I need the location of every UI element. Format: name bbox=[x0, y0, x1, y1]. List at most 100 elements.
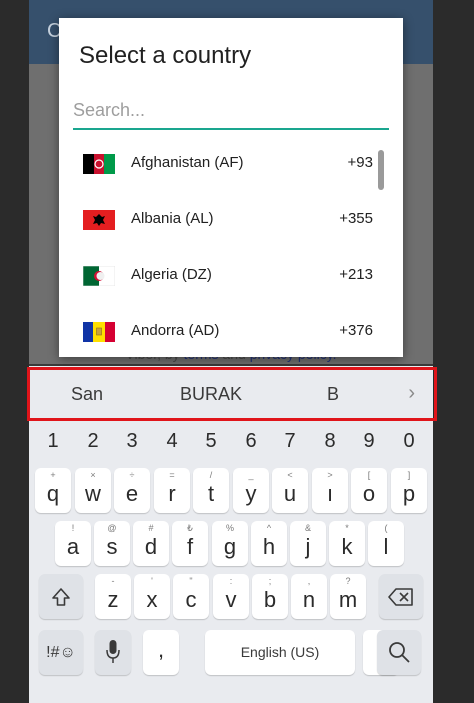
key-e[interactable]: ÷ e bbox=[114, 468, 150, 513]
key-hint: / bbox=[209, 470, 213, 480]
suggestion-item[interactable]: San bbox=[71, 384, 103, 405]
shift-icon bbox=[52, 588, 70, 606]
key-f[interactable]: ₺ f bbox=[172, 521, 208, 566]
key-3[interactable]: 3 bbox=[113, 430, 151, 453]
key-hint: : bbox=[229, 576, 233, 586]
key-4[interactable]: 4 bbox=[153, 430, 191, 453]
key-1[interactable]: 1 bbox=[34, 430, 72, 453]
key-d[interactable]: # d bbox=[133, 521, 169, 566]
country-dial-code: +93 bbox=[347, 154, 373, 171]
afghanistan-flag-icon bbox=[83, 154, 115, 174]
key-hint: ] bbox=[407, 470, 411, 480]
voice-input-key[interactable] bbox=[95, 630, 131, 675]
key-label: c bbox=[185, 587, 197, 612]
key-hint: # bbox=[148, 523, 154, 533]
key-hint: " bbox=[189, 576, 193, 586]
key-z[interactable]: -z bbox=[95, 574, 131, 619]
key-t[interactable]: / t bbox=[193, 468, 229, 513]
key-q[interactable]: + q bbox=[35, 468, 71, 513]
key-0[interactable]: 0 bbox=[390, 430, 428, 453]
search-icon bbox=[389, 642, 410, 663]
microphone-icon bbox=[106, 640, 120, 663]
country-name: Andorra (AD) bbox=[131, 322, 220, 339]
key-p[interactable]: ] p bbox=[391, 468, 427, 513]
shift-key[interactable] bbox=[39, 574, 83, 619]
key-v[interactable]: :v bbox=[213, 574, 249, 619]
key-b[interactable]: ; b bbox=[252, 574, 288, 619]
key-label: e bbox=[125, 481, 139, 506]
key-g[interactable]: % g bbox=[212, 521, 248, 566]
key-label: q bbox=[46, 481, 60, 506]
key-7[interactable]: 7 bbox=[271, 430, 309, 453]
suggestion-item[interactable]: BURAK bbox=[180, 384, 242, 405]
search-input[interactable] bbox=[73, 96, 389, 130]
key-label: b bbox=[263, 587, 277, 612]
key-dotless-i[interactable]: > ı bbox=[312, 468, 348, 513]
country-dial-code: +213 bbox=[339, 266, 373, 283]
key-8[interactable]: 8 bbox=[311, 430, 349, 453]
key-k[interactable]: * k bbox=[329, 521, 365, 566]
key-label: ı bbox=[326, 481, 334, 506]
key-label: t bbox=[207, 481, 215, 506]
key-5[interactable]: 5 bbox=[192, 430, 230, 453]
key-m[interactable]: ? m bbox=[330, 574, 366, 619]
key-hint: > bbox=[327, 470, 333, 480]
algeria-flag-icon bbox=[83, 266, 115, 286]
country-row-algeria[interactable]: Algeria (DZ) +213 bbox=[59, 246, 403, 302]
key-c[interactable]: " c bbox=[173, 574, 209, 619]
key-r[interactable]: = r bbox=[154, 468, 190, 513]
key-label: y bbox=[245, 481, 257, 506]
key-hint: ! bbox=[71, 523, 75, 533]
space-key[interactable]: English (US) bbox=[205, 630, 355, 675]
key-o[interactable]: [o bbox=[351, 468, 387, 513]
key-label: o bbox=[362, 481, 376, 506]
country-dial-code: +376 bbox=[339, 322, 373, 339]
country-name: Algeria (DZ) bbox=[131, 266, 212, 283]
key-u[interactable]: < u bbox=[272, 468, 308, 513]
key-x[interactable]: ' x bbox=[134, 574, 170, 619]
dialog-title: Select a country bbox=[79, 42, 252, 69]
key-label: p bbox=[402, 481, 416, 506]
key-h[interactable]: ^ h bbox=[251, 521, 287, 566]
key-hint: ^ bbox=[266, 523, 272, 533]
suggestion-item[interactable]: B bbox=[327, 384, 339, 405]
key-label: w bbox=[85, 481, 101, 506]
key-l[interactable]: (l bbox=[368, 521, 404, 566]
key-6[interactable]: 6 bbox=[232, 430, 270, 453]
comma-key[interactable]: , bbox=[143, 630, 179, 675]
key-label: k bbox=[341, 534, 353, 559]
search-key[interactable] bbox=[377, 630, 421, 675]
key-label: f bbox=[186, 534, 194, 559]
key-hint: [ bbox=[367, 470, 371, 480]
key-hint: , bbox=[307, 576, 311, 586]
chevron-right-icon[interactable]: › bbox=[408, 382, 415, 405]
list-scrollbar[interactable] bbox=[378, 150, 384, 190]
key-label: z bbox=[107, 587, 119, 612]
key-n[interactable]: ,n bbox=[291, 574, 327, 619]
country-row-afghanistan[interactable]: Afghanistan (AF) +93 bbox=[59, 134, 403, 190]
key-label: h bbox=[262, 534, 276, 559]
key-label: m bbox=[338, 587, 358, 612]
key-s[interactable]: @ s bbox=[94, 521, 130, 566]
key-hint: - bbox=[111, 576, 115, 586]
on-screen-keyboard: 1 2 3 4 5 6 7 8 9 0 + q × w ÷ e = r / t _ y < u… bbox=[29, 422, 433, 703]
key-y[interactable]: _ y bbox=[233, 468, 269, 513]
country-row-andorra[interactable]: Andorra (AD) +376 bbox=[59, 302, 403, 357]
key-label: s bbox=[106, 534, 118, 559]
backspace-key[interactable] bbox=[379, 574, 423, 619]
key-hint: × bbox=[90, 470, 96, 480]
country-dial-code: +355 bbox=[339, 210, 373, 227]
key-label: g bbox=[223, 534, 237, 559]
country-row-albania[interactable]: Albania (AL) +355 bbox=[59, 190, 403, 246]
key-2[interactable]: 2 bbox=[74, 430, 112, 453]
key-j[interactable]: & j bbox=[290, 521, 326, 566]
key-hint: ₺ bbox=[187, 523, 193, 533]
albania-flag-icon bbox=[83, 210, 115, 230]
key-w[interactable]: × w bbox=[75, 468, 111, 513]
key-label: j bbox=[305, 534, 311, 559]
key-a[interactable]: ! a bbox=[55, 521, 91, 566]
key-hint: ' bbox=[151, 576, 153, 586]
key-9[interactable]: 9 bbox=[350, 430, 388, 453]
symbols-key[interactable]: !#☺ bbox=[39, 630, 83, 675]
country-name: Albania (AL) bbox=[131, 210, 214, 227]
